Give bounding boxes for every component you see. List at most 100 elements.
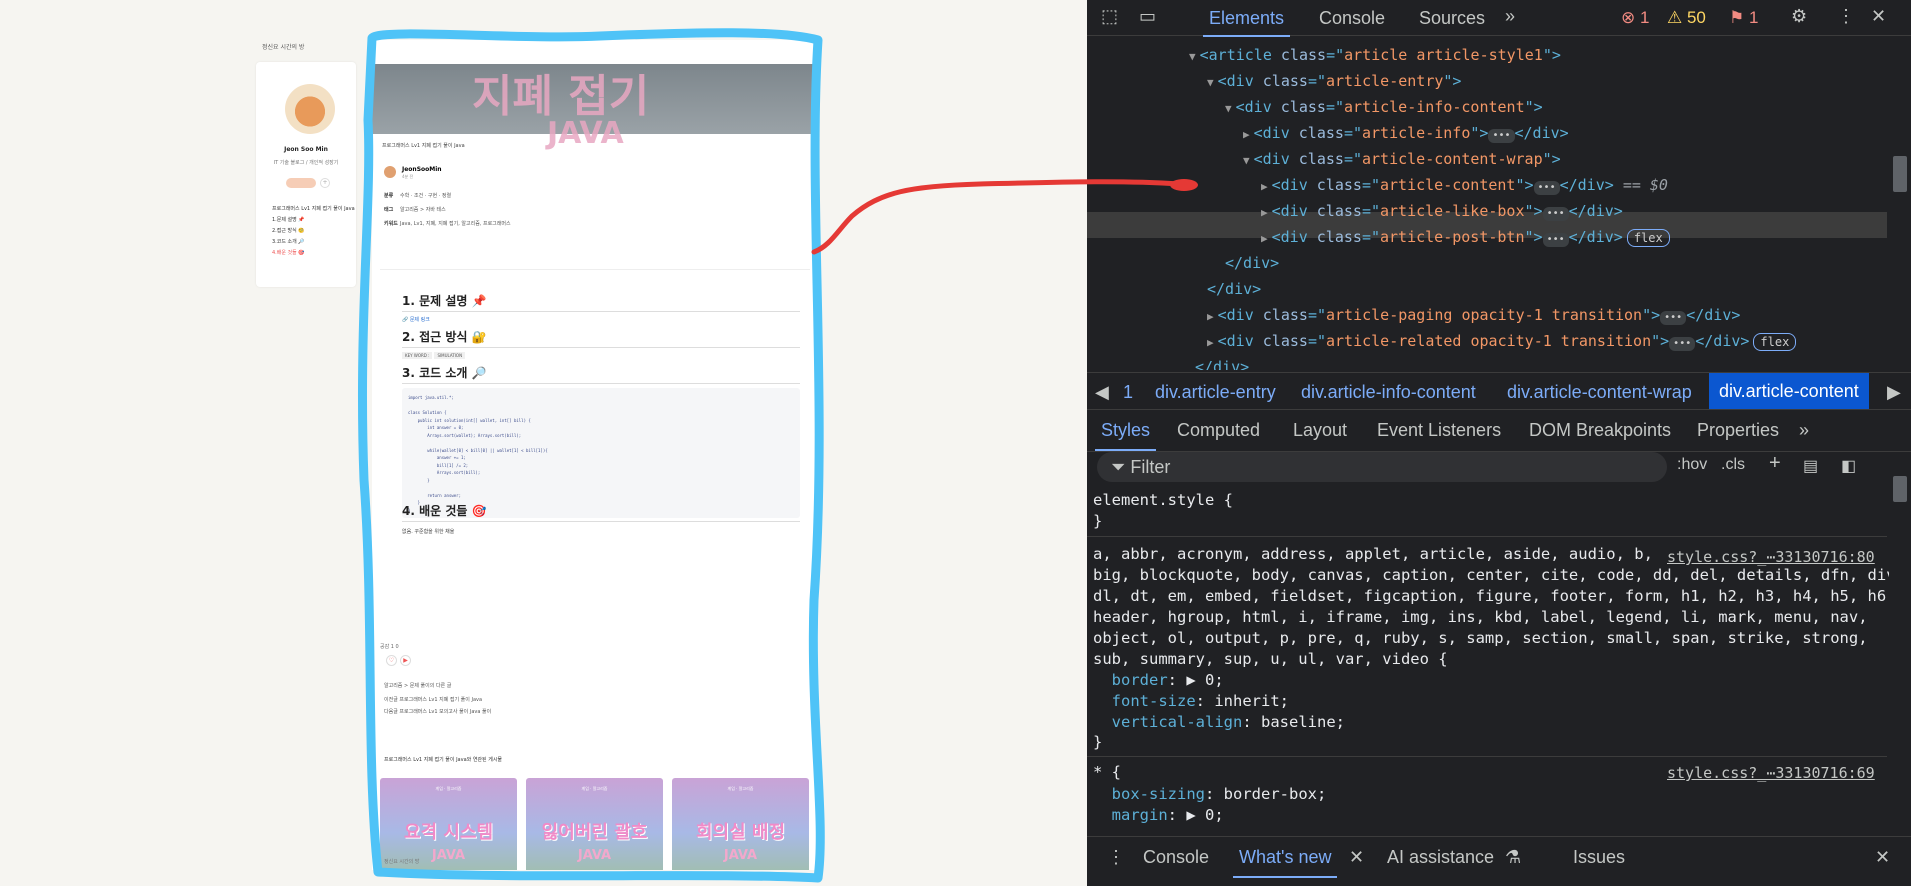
source-link[interactable]: style.css?_⋯33130716:69: [1667, 764, 1875, 782]
kebab-menu-icon[interactable]: ⋮: [1837, 6, 1855, 27]
article-breadcrumb[interactable]: 프로그래머스 Lv1 지폐 접기 풀이 Java: [382, 142, 465, 149]
crumb-forward-icon[interactable]: ▶: [1887, 382, 1901, 403]
expand-icon[interactable]: ▶: [1261, 180, 1268, 193]
dom-node[interactable]: ▼ <div class="article-entry">: [1207, 68, 1461, 96]
css-declaration[interactable]: margin: ▶ 0;: [1093, 805, 1326, 826]
heart-icon[interactable]: ♡: [386, 655, 397, 666]
related-post[interactable]: 게임 · 알고리즘 잃어버린 괄호 JAVA: [526, 778, 663, 870]
sidebar-toggle-icon[interactable]: ◧: [1841, 456, 1856, 476]
subscribe-button[interactable]: [286, 178, 316, 188]
dom-node[interactable]: ▶ <div class="article-paging opacity-1 tr…: [1207, 302, 1740, 330]
breadcrumb-item[interactable]: div.article-content-wrap: [1507, 382, 1692, 403]
breadcrumb-item[interactable]: div.article-entry: [1155, 382, 1276, 403]
drawer-tab-whats-new[interactable]: What's new: [1232, 847, 1339, 878]
toc-item[interactable]: 3.코드 소개 🔎: [272, 237, 355, 248]
element-style-rule[interactable]: element.style { }: [1093, 490, 1233, 532]
breadcrumb-item[interactable]: div.article-info-content: [1301, 382, 1476, 403]
category-row[interactable]: 다음글 프로그래머스 Lv1 모의고사 풀이 Java 풀이: [384, 708, 491, 715]
tab-computed[interactable]: Computed: [1177, 420, 1260, 441]
author-avatar[interactable]: [384, 166, 396, 178]
tab-properties[interactable]: Properties: [1697, 420, 1779, 441]
related-post[interactable]: 게임 · 알고리즘 요격 시스템 JAVA: [380, 778, 517, 870]
share-icon[interactable]: ▶: [400, 655, 411, 666]
closing-tag[interactable]: </div>: [1225, 250, 1279, 276]
flex-badge[interactable]: flex: [1753, 333, 1797, 351]
universal-rule-selector[interactable]: * {: [1093, 762, 1121, 783]
more-tabs-icon[interactable]: »: [1799, 420, 1809, 441]
closing-tag[interactable]: </div>: [1195, 354, 1249, 370]
category-row[interactable]: 이전글 프로그래머스 Lv1 지폐 접기 풀이 Java: [384, 696, 482, 703]
blog-title[interactable]: 정신요 시간의 방: [262, 42, 304, 51]
styles-scrollbar[interactable]: [1889, 452, 1911, 832]
drawer-tab-console[interactable]: Console: [1143, 847, 1209, 868]
breadcrumb-item[interactable]: 1: [1123, 382, 1133, 403]
reset-rule-selector[interactable]: a, abbr, acronym, address, applet, artic…: [1093, 544, 1905, 670]
warning-badge[interactable]: ⚠ 50: [1667, 8, 1706, 28]
plus-icon[interactable]: +: [320, 178, 330, 188]
toc-item[interactable]: 프로그래머스 Lv1 지폐 접기 풀이 Java: [272, 204, 355, 215]
breadcrumb-item-selected[interactable]: div.article-content: [1709, 373, 1869, 409]
css-declaration[interactable]: box-sizing: border-box;: [1093, 784, 1327, 805]
drawer-tab-issues[interactable]: Issues: [1573, 847, 1625, 868]
close-tab-icon[interactable]: ✕: [1349, 847, 1364, 868]
expand-icon[interactable]: ▶: [1261, 232, 1268, 245]
more-tabs-icon[interactable]: »: [1505, 6, 1515, 27]
expand-icon[interactable]: ▼: [1207, 76, 1214, 89]
closing-tag[interactable]: </div>: [1207, 276, 1261, 302]
dom-node[interactable]: ▶ <div class="article-like-box"> ••• </div>: [1261, 198, 1623, 226]
inspect-icon[interactable]: ⬚: [1101, 6, 1118, 27]
hov-toggle[interactable]: :hov: [1677, 456, 1707, 474]
cls-toggle[interactable]: .cls: [1721, 456, 1745, 474]
device-toggle-icon[interactable]: ▭: [1139, 6, 1156, 27]
paint-icon[interactable]: ▤: [1803, 456, 1818, 476]
dom-node-selected[interactable]: ▶ <div class="article-content"> ••• </div> …: [1261, 172, 1668, 200]
expand-icon[interactable]: ▼: [1189, 50, 1196, 63]
gear-icon[interactable]: ⚙: [1791, 6, 1807, 27]
code-block[interactable]: import java.util.*; class Solution { pub…: [402, 388, 800, 518]
expand-icon[interactable]: ▶: [1243, 128, 1250, 141]
ellipsis-icon[interactable]: •••: [1488, 129, 1515, 143]
css-declaration[interactable]: font-size: inherit;: [1093, 691, 1345, 712]
problem-link[interactable]: 🔗 문제 링크: [402, 316, 430, 323]
meta-value[interactable]: Java, Lv1, 지폐, 지폐 접기, 알고리즘, 프로그래머스: [400, 221, 511, 227]
expand-icon[interactable]: ▶: [1207, 336, 1214, 349]
flex-badge[interactable]: flex: [1626, 229, 1670, 247]
tab-event-listeners[interactable]: Event Listeners: [1377, 420, 1501, 441]
crumb-back-icon[interactable]: ◀: [1095, 382, 1109, 403]
dom-node[interactable]: ▶ <div class="article-info"> ••• </div>: [1243, 120, 1569, 148]
css-declaration[interactable]: border: ▶ 0;: [1093, 670, 1345, 691]
tab-dom-breakpoints[interactable]: DOM Breakpoints: [1529, 420, 1671, 441]
related-post[interactable]: 게임 · 알고리즘 회의실 배정 JAVA: [672, 778, 809, 870]
expand-icon[interactable]: ▶: [1261, 206, 1268, 219]
issues-badge[interactable]: ⚑ 1: [1729, 8, 1758, 28]
expand-icon[interactable]: ▼: [1243, 154, 1250, 167]
kebab-menu-icon[interactable]: ⋮: [1107, 847, 1125, 868]
close-icon[interactable]: ✕: [1875, 847, 1890, 868]
dom-node[interactable]: ▼ <article class="article article-style1"…: [1189, 42, 1561, 70]
ellipsis-icon[interactable]: •••: [1660, 311, 1687, 325]
error-badge[interactable]: ⊗ 1: [1621, 8, 1649, 28]
css-declaration[interactable]: vertical-align: baseline;: [1093, 712, 1345, 733]
toc-item[interactable]: 1.문제 설명 📌: [272, 215, 355, 226]
category-title[interactable]: 알고리즘 > 문제 풀이의 다른 글: [384, 682, 451, 689]
ellipsis-icon[interactable]: •••: [1533, 181, 1560, 195]
avatar[interactable]: [285, 84, 335, 134]
expand-icon[interactable]: ▼: [1225, 102, 1232, 115]
dom-scrollbar[interactable]: [1889, 40, 1911, 370]
scrollbar-thumb[interactable]: [1893, 476, 1907, 502]
dom-node[interactable]: ▶ <div class="article-related opacity-1 t…: [1207, 328, 1797, 356]
drawer-tab-ai-assistance[interactable]: AI assistance: [1387, 847, 1494, 868]
meta-value[interactable]: 알고리즘 > 자바 테스: [400, 207, 446, 213]
new-rule-icon[interactable]: +: [1769, 452, 1781, 475]
dom-node[interactable]: ▼ <div class="article-info-content">: [1225, 94, 1543, 122]
toc-item-active[interactable]: 4.배운 것들 🎯: [272, 248, 355, 259]
ellipsis-icon[interactable]: •••: [1542, 207, 1569, 221]
ellipsis-icon[interactable]: •••: [1669, 337, 1696, 351]
dom-node[interactable]: ▶ <div class="article-post-btn"> ••• </div>…: [1261, 224, 1670, 252]
expand-icon[interactable]: ▶: [1207, 310, 1214, 323]
toc-item[interactable]: 2.접근 방식 🧐: [272, 226, 355, 237]
styles-filter-input[interactable]: ⏷ Filter: [1097, 452, 1667, 482]
author-name[interactable]: JeonSooMin: [402, 166, 442, 173]
tab-console[interactable]: Console: [1319, 8, 1385, 29]
tab-sources[interactable]: Sources: [1419, 8, 1485, 29]
